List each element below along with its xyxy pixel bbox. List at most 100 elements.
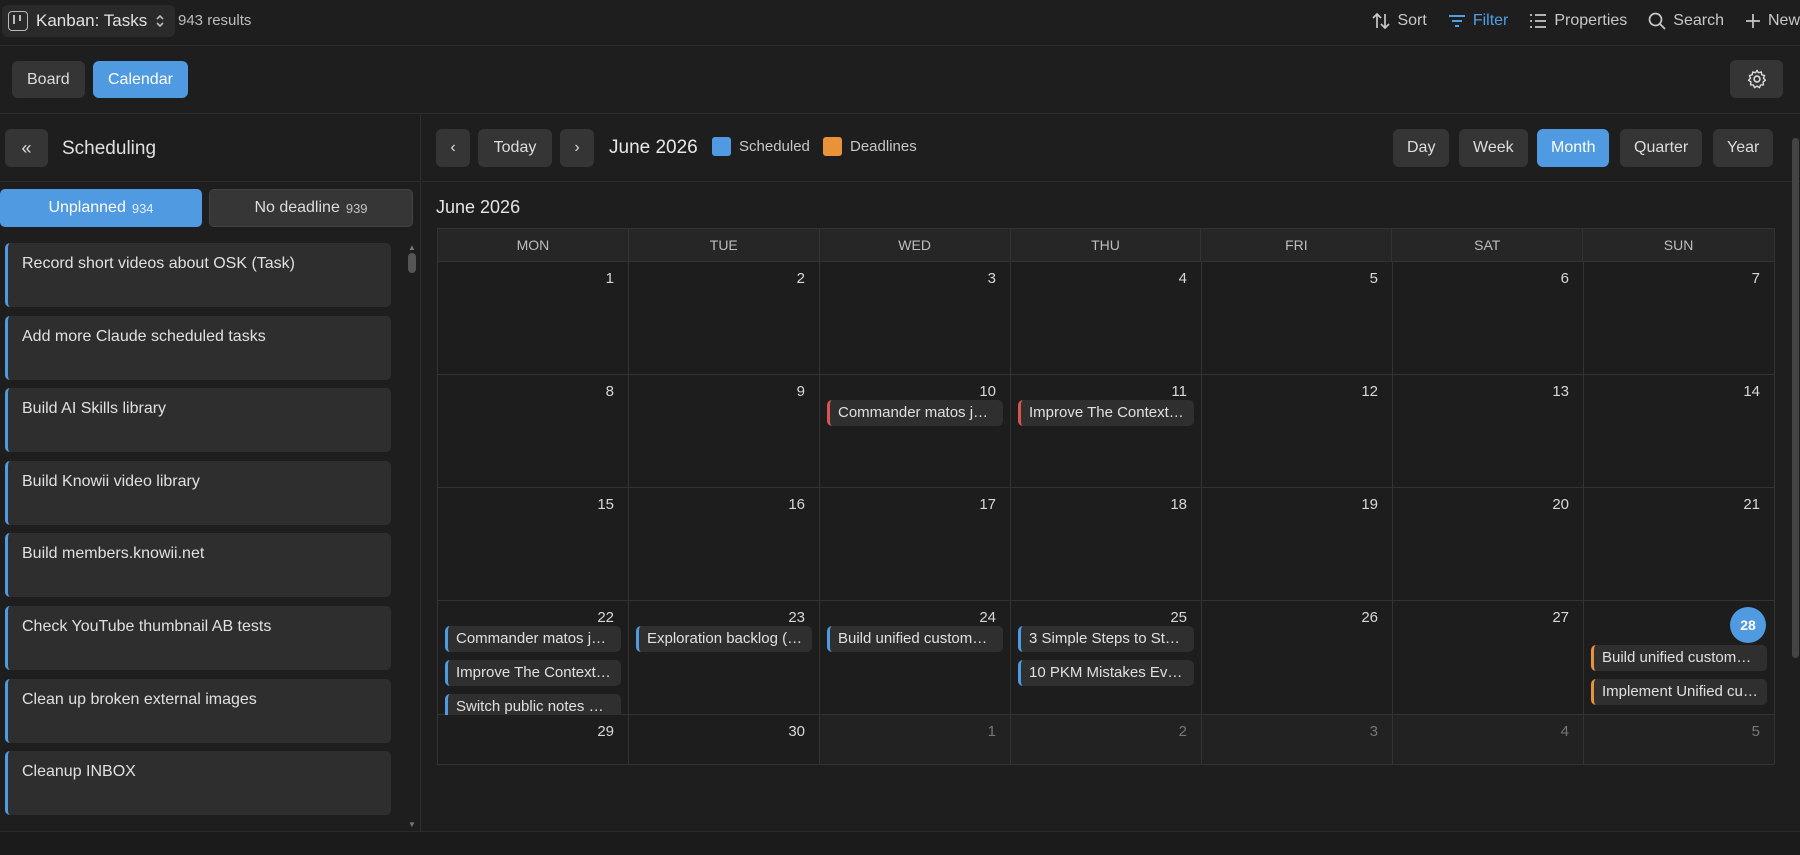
day-cell[interactable]: 8 — [438, 375, 629, 488]
range-quarter-button[interactable]: Quarter — [1620, 129, 1703, 167]
day-number: 3 — [987, 270, 996, 287]
task-card[interactable]: Build Knowii video library — [5, 461, 391, 525]
day-cell[interactable]: 18 — [1011, 488, 1202, 601]
weekday-label: SUN — [1663, 237, 1694, 253]
task-card[interactable]: Record short videos about OSK (Task) — [5, 243, 391, 307]
calendar-event[interactable]: Commander matos jeux — [445, 626, 621, 652]
scheduling-sidebar: « Scheduling Unplanned 934 No deadline 9… — [0, 115, 421, 831]
day-cell[interactable]: 4 — [1393, 715, 1584, 765]
tab-no-deadline[interactable]: No deadline 939 — [209, 189, 413, 227]
day-number: 17 — [979, 496, 996, 513]
day-cell[interactable]: 13 — [1393, 375, 1584, 488]
weekday-label: TUE — [629, 229, 820, 261]
prev-month-button[interactable]: ‹ — [436, 129, 470, 167]
day-cell[interactable]: 3 — [820, 262, 1011, 375]
calendar-event[interactable]: Improve The Context … — [445, 660, 621, 686]
day-cell[interactable]: 2 — [1011, 715, 1202, 765]
day-cell[interactable]: 22 Commander matos jeux Improve The Contex… — [438, 601, 629, 720]
day-cell[interactable]: 7 — [1584, 262, 1775, 375]
calendar-event[interactable]: Build unified custome… — [1591, 645, 1767, 671]
day-cell[interactable]: 27 — [1393, 601, 1584, 715]
day-cell[interactable]: 9 — [629, 375, 820, 488]
weekday-label: FRI — [1201, 229, 1393, 261]
sort-button[interactable]: Sort — [1371, 11, 1427, 31]
calendar-event[interactable]: 3 Simple Steps to Sto… — [1018, 626, 1194, 652]
calendar-event[interactable]: Build unified custome… — [827, 626, 1003, 652]
task-card[interactable]: Add more Claude scheduled tasks — [5, 316, 391, 380]
sidebar-scrollbar[interactable]: ▲ ▼ — [407, 243, 417, 829]
day-number: 1 — [605, 270, 614, 287]
tab-board[interactable]: Board — [12, 61, 85, 98]
day-cell[interactable]: 17 — [820, 488, 1011, 601]
day-cell[interactable]: 30 — [629, 715, 820, 765]
day-cell[interactable]: 14 — [1584, 375, 1775, 488]
scroll-thumb[interactable] — [408, 253, 416, 273]
task-card[interactable]: Build AI Skills library — [5, 388, 391, 452]
day-cell[interactable]: 6 — [1393, 262, 1584, 375]
next-month-button[interactable]: › — [560, 129, 594, 167]
collapse-sidebar-button[interactable]: « — [5, 129, 48, 167]
range-day-button[interactable]: Day — [1393, 129, 1450, 167]
gear-icon — [1747, 69, 1766, 89]
filter-button[interactable]: Filter — [1447, 11, 1508, 31]
no-deadline-label: No deadline — [254, 199, 340, 216]
day-cell[interactable]: 10 Commander matos jeux — [820, 375, 1011, 488]
list-icon — [1530, 14, 1547, 28]
day-number: 25 — [1170, 609, 1187, 626]
range-year-button[interactable]: Year — [1713, 129, 1774, 167]
day-number: 30 — [788, 723, 805, 740]
tab-unplanned[interactable]: Unplanned 934 — [0, 189, 202, 227]
scroll-thumb[interactable] — [1792, 138, 1799, 658]
day-number: 13 — [1552, 383, 1569, 400]
day-cell[interactable]: 1 — [438, 262, 629, 375]
legend-scheduled-label: Scheduled — [739, 138, 810, 155]
day-cell[interactable]: 26 — [1202, 601, 1393, 715]
day-cell[interactable]: 1 — [820, 715, 1011, 765]
day-cell[interactable]: 21 — [1584, 488, 1775, 601]
day-cell[interactable]: 16 — [629, 488, 820, 601]
day-cell[interactable]: 24 Build unified custome… — [820, 601, 1011, 715]
day-number: 2 — [796, 270, 805, 287]
range-month-button[interactable]: Month — [1537, 129, 1610, 167]
tab-calendar[interactable]: Calendar — [93, 61, 188, 98]
properties-button[interactable]: Properties — [1528, 11, 1627, 31]
calendar-event[interactable]: Exploration backlog (… — [636, 626, 812, 652]
day-cell[interactable]: 5 — [1584, 715, 1775, 765]
calendar-scrollbar[interactable] — [1792, 118, 1800, 830]
today-button[interactable]: Today — [478, 129, 552, 167]
task-card[interactable]: Clean up broken external images — [5, 679, 391, 743]
calendar-event[interactable]: 10 PKM Mistakes Ev… — [1018, 660, 1194, 686]
view-selector[interactable]: Kanban: Tasks — [2, 5, 176, 37]
day-cell[interactable]: 15 — [438, 488, 629, 601]
day-cell[interactable]: 2 — [629, 262, 820, 375]
search-button[interactable]: Search — [1647, 11, 1724, 31]
day-cell[interactable]: 5 — [1202, 262, 1393, 375]
task-card[interactable]: Build members.knowii.net — [5, 533, 391, 597]
weekday-header: MON TUE WED THU FRI SAT SUN — [437, 228, 1775, 262]
top-toolbar: Kanban: Tasks 943 results Sort Filter Pr… — [0, 0, 1800, 46]
calendar-event[interactable]: Commander matos jeux — [827, 400, 1003, 426]
sort-label: Sort — [1397, 12, 1427, 29]
day-cell[interactable]: 12 — [1202, 375, 1393, 488]
day-cell[interactable]: 4 — [1011, 262, 1202, 375]
settings-button[interactable] — [1730, 60, 1783, 98]
new-button[interactable]: New — [1744, 12, 1800, 30]
day-cell[interactable]: 28 Build unified custome… Implement Unifie… — [1584, 601, 1775, 715]
day-cell[interactable]: 19 — [1202, 488, 1393, 601]
range-week-button[interactable]: Week — [1459, 129, 1528, 167]
day-cell[interactable]: 29 — [438, 715, 629, 765]
task-card[interactable]: Check YouTube thumbnail AB tests — [5, 606, 391, 670]
calendar-event[interactable]: Improve The Context … — [1018, 400, 1194, 426]
day-number: 26 — [1361, 609, 1378, 626]
day-number: 12 — [1361, 383, 1378, 400]
day-cell[interactable]: 11 Improve The Context … — [1011, 375, 1202, 488]
day-cell[interactable]: 25 3 Simple Steps to Sto… 10 PKM Mistakes … — [1011, 601, 1202, 715]
task-card[interactable]: Cleanup INBOX — [5, 751, 391, 815]
unplanned-count: 934 — [131, 200, 154, 216]
scroll-up-icon[interactable]: ▲ — [408, 243, 416, 252]
day-cell[interactable]: 3 — [1202, 715, 1393, 765]
scroll-down-icon[interactable]: ▼ — [408, 820, 416, 829]
calendar-event[interactable]: Implement Unified cu… — [1591, 679, 1767, 705]
day-cell[interactable]: 23 Exploration backlog (… — [629, 601, 820, 715]
day-cell[interactable]: 20 — [1393, 488, 1584, 601]
